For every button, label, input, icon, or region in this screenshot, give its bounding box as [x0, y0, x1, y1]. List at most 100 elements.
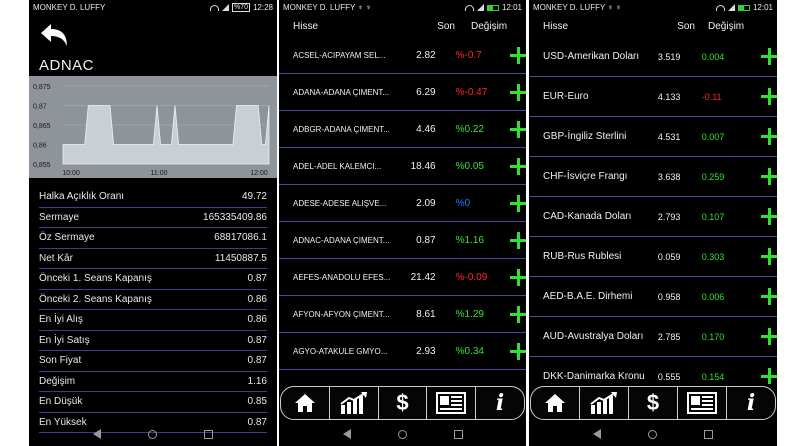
add-plus-icon[interactable]: [510, 342, 526, 360]
currency-list[interactable]: USD-Amerikan Doları 3.519 0.004 EUR-Euro 4.…: [529, 37, 777, 384]
signal-icon: [221, 4, 229, 11]
wifi-icon: [464, 4, 474, 11]
add-plus-icon[interactable]: [510, 305, 526, 323]
x-tick-label: 10:00: [62, 170, 80, 177]
item-name: AFYON-AFYON ÇIMENT...: [293, 309, 390, 319]
list-header: Hisse Son Değişim: [529, 15, 777, 37]
clock: 12:01: [752, 3, 773, 12]
nav-back-icon[interactable]: [342, 429, 351, 439]
nav-recent-icon[interactable]: [453, 429, 463, 439]
add-plus-icon[interactable]: [510, 46, 526, 64]
battery-percent: %70: [231, 3, 250, 12]
add-plus-icon[interactable]: [761, 368, 777, 384]
nav-recent-icon[interactable]: [704, 429, 714, 439]
list-item[interactable]: DKK-Danimarka Kronu 0.555 0.154: [529, 357, 777, 384]
item-last: 8.61: [416, 308, 436, 320]
list-item[interactable]: RUB-Rus Rublesi 0.059 0.303: [529, 237, 777, 277]
x-tick-label: 12:00: [250, 170, 268, 177]
add-plus-icon[interactable]: [510, 231, 526, 249]
list-item[interactable]: AFYON-AFYON ÇIMENT... 8.61 %1.29: [279, 296, 526, 333]
detail-value: 68817086.1: [214, 232, 267, 244]
nav-home-icon[interactable]: [397, 429, 407, 439]
item-name: AUD-Avustralya Doları: [543, 331, 644, 342]
add-plus-icon[interactable]: [761, 88, 777, 105]
tab-home[interactable]: [281, 387, 330, 419]
news-icon: [436, 392, 467, 414]
item-change: 0.259: [701, 171, 725, 182]
list-item[interactable]: ADEL-ADEL KALEMCI... 18.46 %0.05: [279, 148, 526, 185]
list-item[interactable]: CHF-İsviçre Frangı 3.638 0.259: [529, 157, 777, 197]
nav-back-icon[interactable]: [92, 429, 101, 439]
signal-icon: [727, 4, 735, 11]
item-last: 4.531: [657, 131, 681, 142]
item-name: ADEL-ADEL KALEMCI...: [293, 161, 382, 171]
add-plus-icon[interactable]: [510, 83, 526, 101]
stock-list[interactable]: ACSEL-ACIPAYAM SEL... 2.82 %-0.7 ADANA-ADA…: [279, 37, 526, 384]
list-item[interactable]: GBP-İngiliz Sterlini 4.531 0.007: [529, 117, 777, 157]
item-change: %1.29: [455, 308, 484, 320]
header-last: Son: [437, 20, 455, 32]
nav-home-icon[interactable]: [147, 429, 157, 439]
item-change: %-0.09: [455, 271, 488, 283]
news-icon: [687, 392, 717, 414]
add-plus-icon[interactable]: [761, 48, 777, 65]
add-plus-icon[interactable]: [510, 268, 526, 286]
detail-label: Halka Açıklık Oranı: [39, 191, 125, 203]
carrier-label: MONKEY D. LUFFY ♆ ♆: [533, 3, 622, 12]
detail-label: En İyi Satış: [39, 334, 90, 346]
list-item[interactable]: AEFES-ANADOLU EFES... 21.42 %-0.09: [279, 259, 526, 296]
nav-back-icon[interactable]: [592, 429, 601, 439]
list-item[interactable]: AUD-Avustralya Doları 2.785 0.170: [529, 317, 777, 357]
detail-value: 165335409.86: [203, 211, 267, 223]
tab-home[interactable]: [531, 387, 580, 419]
list-item[interactable]: USD-Amerikan Doları 3.519 0.004: [529, 37, 777, 77]
list-item[interactable]: CAD-Kanada Doları 2.793 0.107: [529, 197, 777, 237]
stock-list-screen: MONKEY D. LUFFY ♆ ♆ 12:01 Hisse Son Deği…: [279, 0, 526, 446]
add-plus-icon[interactable]: [761, 248, 777, 265]
item-name: ACSEL-ACIPAYAM SEL...: [293, 50, 386, 60]
list-item[interactable]: ADBGR-ADANA ÇIMENT... 4.46 %0.22: [279, 111, 526, 148]
list-item[interactable]: EUR-Euro 4.133 -0.11: [529, 77, 777, 117]
item-name: USD-Amerikan Doları: [543, 51, 640, 62]
list-item[interactable]: ACSEL-ACIPAYAM SEL... 2.82 %-0.7: [279, 37, 526, 74]
dollar-icon: $: [646, 390, 660, 415]
tab-currency[interactable]: $: [629, 387, 678, 419]
item-last: 2.785: [657, 331, 681, 342]
add-plus-icon[interactable]: [761, 128, 777, 145]
add-plus-icon[interactable]: [761, 168, 777, 185]
info-icon: i: [495, 390, 505, 416]
tab-currency[interactable]: $: [379, 387, 428, 419]
list-item[interactable]: ADESE-ADESE ALIŞVE... 2.09 %0: [279, 185, 526, 222]
detail-label: En Düşük: [39, 396, 83, 408]
android-nav-bar: [279, 422, 526, 446]
tab-info[interactable]: i: [727, 387, 775, 419]
back-arrow-icon[interactable]: [39, 22, 69, 48]
list-item[interactable]: AED-B.A.E. Dirhemi 0.958 0.006: [529, 277, 777, 317]
list-item[interactable]: ADANA-ADANA ÇIMENT... 6.29 %-0.47: [279, 74, 526, 111]
header-last: Son: [677, 20, 695, 32]
status-bar: MONKEY D. LUFFY ♆ ♆ 12:01: [529, 0, 777, 15]
detail-label: Son Fiyat: [39, 355, 82, 367]
item-last: 18.46: [410, 160, 436, 172]
item-change: %0.34: [455, 345, 484, 357]
add-plus-icon[interactable]: [761, 208, 777, 225]
add-plus-icon[interactable]: [761, 288, 777, 305]
add-plus-icon[interactable]: [510, 157, 526, 175]
tab-chart[interactable]: [330, 387, 379, 419]
add-plus-icon[interactable]: [510, 120, 526, 138]
add-plus-icon[interactable]: [761, 328, 777, 345]
detail-label: Öz Sermaye: [39, 232, 95, 244]
item-change: 0.004: [701, 51, 725, 62]
tab-news[interactable]: [678, 387, 727, 419]
list-item[interactable]: AGYO-ATAKULE GMYO... 2.93 %0.34: [279, 333, 526, 370]
item-name: ADBGR-ADANA ÇIMENT...: [293, 124, 390, 134]
nav-recent-icon[interactable]: [204, 429, 214, 439]
tab-news[interactable]: [427, 387, 477, 419]
tab-info[interactable]: i: [476, 387, 524, 419]
nav-home-icon[interactable]: [647, 429, 657, 439]
tab-chart[interactable]: [580, 387, 629, 419]
y-tick-label: 0,855: [33, 162, 51, 169]
list-item[interactable]: ADNAC-ADANA ÇIMENT... 0.87 %1.16: [279, 222, 526, 259]
item-change: %0.05: [455, 160, 484, 172]
add-plus-icon[interactable]: [510, 194, 526, 212]
